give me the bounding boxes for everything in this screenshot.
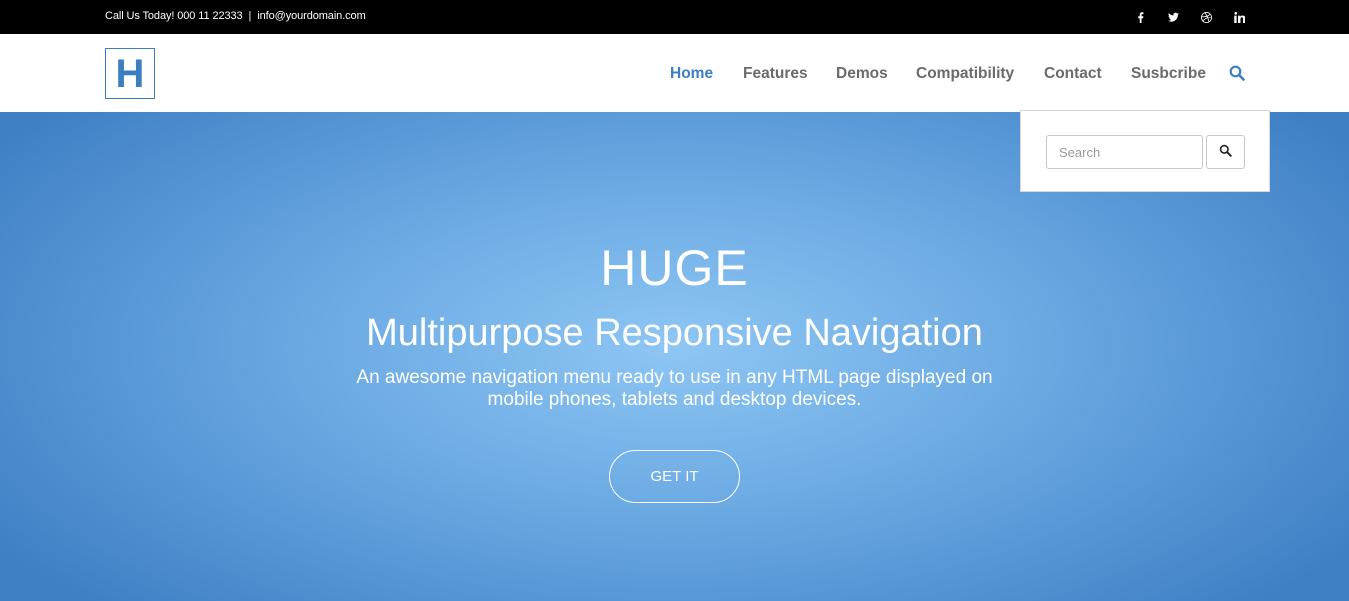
top-bar: Call Us Today! 000 11 22333 | info@yourdom… bbox=[0, 0, 1349, 34]
nav-item-home[interactable]: Home bbox=[670, 65, 713, 83]
nav-item-compatibility[interactable]: Compatibility bbox=[916, 65, 1014, 83]
twitter-icon[interactable] bbox=[1157, 9, 1190, 25]
linkedin-icon[interactable] bbox=[1223, 9, 1256, 25]
nav-item-subscribe[interactable]: Susbcribe bbox=[1131, 65, 1206, 83]
hero-description: An awesome navigation menu ready to use … bbox=[356, 367, 993, 410]
email-link[interactable]: info@yourdomain.com bbox=[257, 10, 365, 22]
main-nav: Home Features Demos Compatibility Contac… bbox=[0, 65, 1349, 85]
search-icon bbox=[1219, 144, 1232, 160]
nav-item-contact[interactable]: Contact bbox=[1044, 65, 1102, 83]
social-links bbox=[1124, 9, 1256, 25]
search-submit-button[interactable] bbox=[1206, 135, 1245, 169]
get-it-button[interactable]: GET IT bbox=[609, 450, 740, 503]
search-dropdown bbox=[1020, 110, 1270, 192]
facebook-icon[interactable] bbox=[1124, 9, 1157, 25]
hero-title: HUGE bbox=[600, 240, 749, 296]
contact-separator: | bbox=[248, 10, 252, 22]
nav-item-features[interactable]: Features bbox=[743, 65, 808, 83]
nav-search-icon[interactable] bbox=[1229, 65, 1245, 81]
main-header: H Home Features Demos Compatibility Cont… bbox=[0, 34, 1349, 112]
contact-info: Call Us Today! 000 11 22333 | info@yourdom… bbox=[105, 10, 366, 22]
search-input[interactable] bbox=[1046, 135, 1203, 169]
hero-subtitle: Multipurpose Responsive Navigation bbox=[366, 312, 983, 354]
phone-text: Call Us Today! 000 11 22333 bbox=[105, 10, 243, 22]
dribbble-icon[interactable] bbox=[1190, 9, 1223, 25]
nav-item-demos[interactable]: Demos bbox=[836, 65, 888, 83]
